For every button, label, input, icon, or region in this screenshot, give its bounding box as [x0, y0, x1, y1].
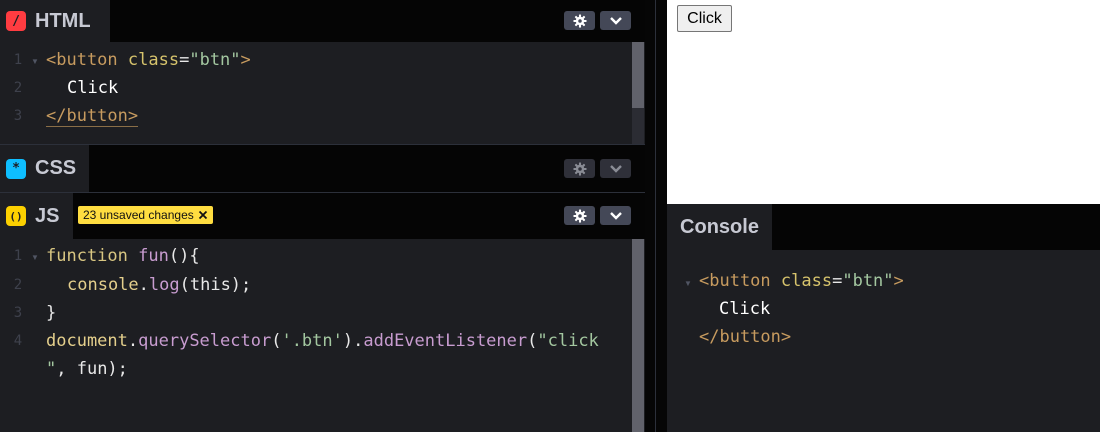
js-code-line-2: console.log(this);: [67, 275, 251, 295]
html-scroll-track: [632, 108, 644, 144]
unsaved-changes-badge[interactable]: 23 unsaved changes: [78, 206, 213, 224]
code-tag: <button: [699, 271, 771, 291]
code-punct: (: [527, 331, 538, 351]
code-punct: =: [832, 271, 843, 291]
code-tag: <button: [46, 50, 118, 70]
js-tab-label: JS: [35, 204, 60, 227]
code-string: "btn": [189, 50, 241, 70]
preview-click-button[interactable]: Click: [677, 5, 732, 32]
gear-icon: [572, 161, 587, 176]
chevron-down-icon: [609, 164, 622, 173]
code-punct: =: [179, 50, 190, 70]
js-code-line-1: function fun(){: [46, 246, 200, 266]
close-icon[interactable]: [198, 210, 208, 220]
js-lang-icon: (): [6, 206, 26, 226]
html-lang-icon: /: [6, 11, 26, 31]
code-identifier: console: [67, 275, 139, 295]
fold-arrow-icon[interactable]: ▼: [31, 253, 39, 262]
chevron-down-icon: [609, 211, 622, 220]
js-code-line-4: document.querySelector('.btn').addEventL…: [46, 331, 599, 351]
css-settings-button[interactable]: [564, 159, 595, 178]
code-punct: .: [138, 275, 149, 295]
line-number: 3: [13, 305, 23, 321]
line-number: 2: [13, 277, 23, 293]
code-punct: .: [127, 331, 139, 351]
console-line-2: Click: [719, 299, 771, 319]
code-punct: (this);: [179, 275, 252, 295]
code-function: querySelector: [138, 331, 272, 351]
js-icon-glyph: (): [9, 209, 23, 223]
unsaved-changes-text: 23 unsaved changes: [83, 208, 194, 222]
code-tag: >: [240, 50, 251, 70]
tab-css[interactable]: * CSS: [0, 145, 89, 192]
tab-console[interactable]: Console: [667, 204, 772, 250]
code-tag: >: [893, 271, 904, 291]
js-code-line-3: }: [46, 303, 57, 323]
tab-html[interactable]: / HTML: [0, 0, 110, 42]
html-icon-glyph: /: [12, 13, 20, 29]
result-preview: [667, 0, 1100, 204]
code-identifier: document: [46, 331, 128, 351]
tab-js[interactable]: () JS: [0, 193, 73, 239]
html-code-line-2: Click: [67, 78, 119, 98]
chevron-down-icon: [609, 16, 622, 25]
html-tab-label: HTML: [35, 9, 91, 32]
code-punct: (: [271, 331, 282, 351]
console-tab-label: Console: [680, 215, 759, 238]
line-number: 4: [13, 333, 23, 349]
line-number: 1: [13, 248, 23, 264]
html-settings-button[interactable]: [564, 11, 595, 30]
gear-icon: [572, 13, 587, 28]
line-number: 2: [13, 80, 23, 96]
code-keyword: function: [46, 246, 128, 266]
divider-line: [655, 0, 656, 432]
code-string: "btn": [842, 271, 894, 291]
js-settings-button[interactable]: [564, 206, 595, 225]
code-punct: ).: [342, 331, 364, 351]
code-punct: , fun);: [56, 359, 128, 379]
html-code-line-1: <button class="btn">: [46, 50, 251, 70]
console-line-1: <button class="btn">: [699, 271, 904, 291]
css-collapse-button[interactable]: [600, 159, 631, 178]
code-string: ": [46, 359, 57, 379]
code-function: log: [148, 275, 180, 295]
html-collapse-button[interactable]: [600, 11, 631, 30]
html-scrollbar[interactable]: [632, 42, 644, 108]
js-code-line-4-wrap: ", fun);: [46, 359, 128, 379]
css-lang-icon: *: [6, 158, 26, 179]
code-attr: class: [780, 271, 833, 291]
resize-divider[interactable]: [645, 0, 667, 432]
fold-arrow-icon[interactable]: ▼: [31, 57, 39, 66]
code-string: '.btn': [281, 331, 343, 351]
code-string: "click: [537, 331, 599, 351]
console-line-3: </button>: [699, 327, 792, 347]
line-number: 3: [13, 108, 23, 124]
code-attr: class: [127, 50, 180, 70]
line-number: 1: [13, 52, 23, 68]
css-icon-glyph: *: [12, 161, 20, 176]
js-scrollbar[interactable]: [632, 239, 644, 432]
code-function: fun: [138, 246, 169, 266]
css-panel-header: [0, 145, 645, 192]
code-punct: (){: [168, 246, 200, 266]
css-tab-label: CSS: [35, 157, 77, 179]
code-function: addEventListener: [363, 331, 528, 351]
js-collapse-button[interactable]: [600, 206, 631, 225]
expand-arrow-icon[interactable]: ▼: [684, 279, 692, 288]
html-code-line-3: </button>: [46, 106, 139, 127]
gear-icon: [572, 208, 587, 223]
